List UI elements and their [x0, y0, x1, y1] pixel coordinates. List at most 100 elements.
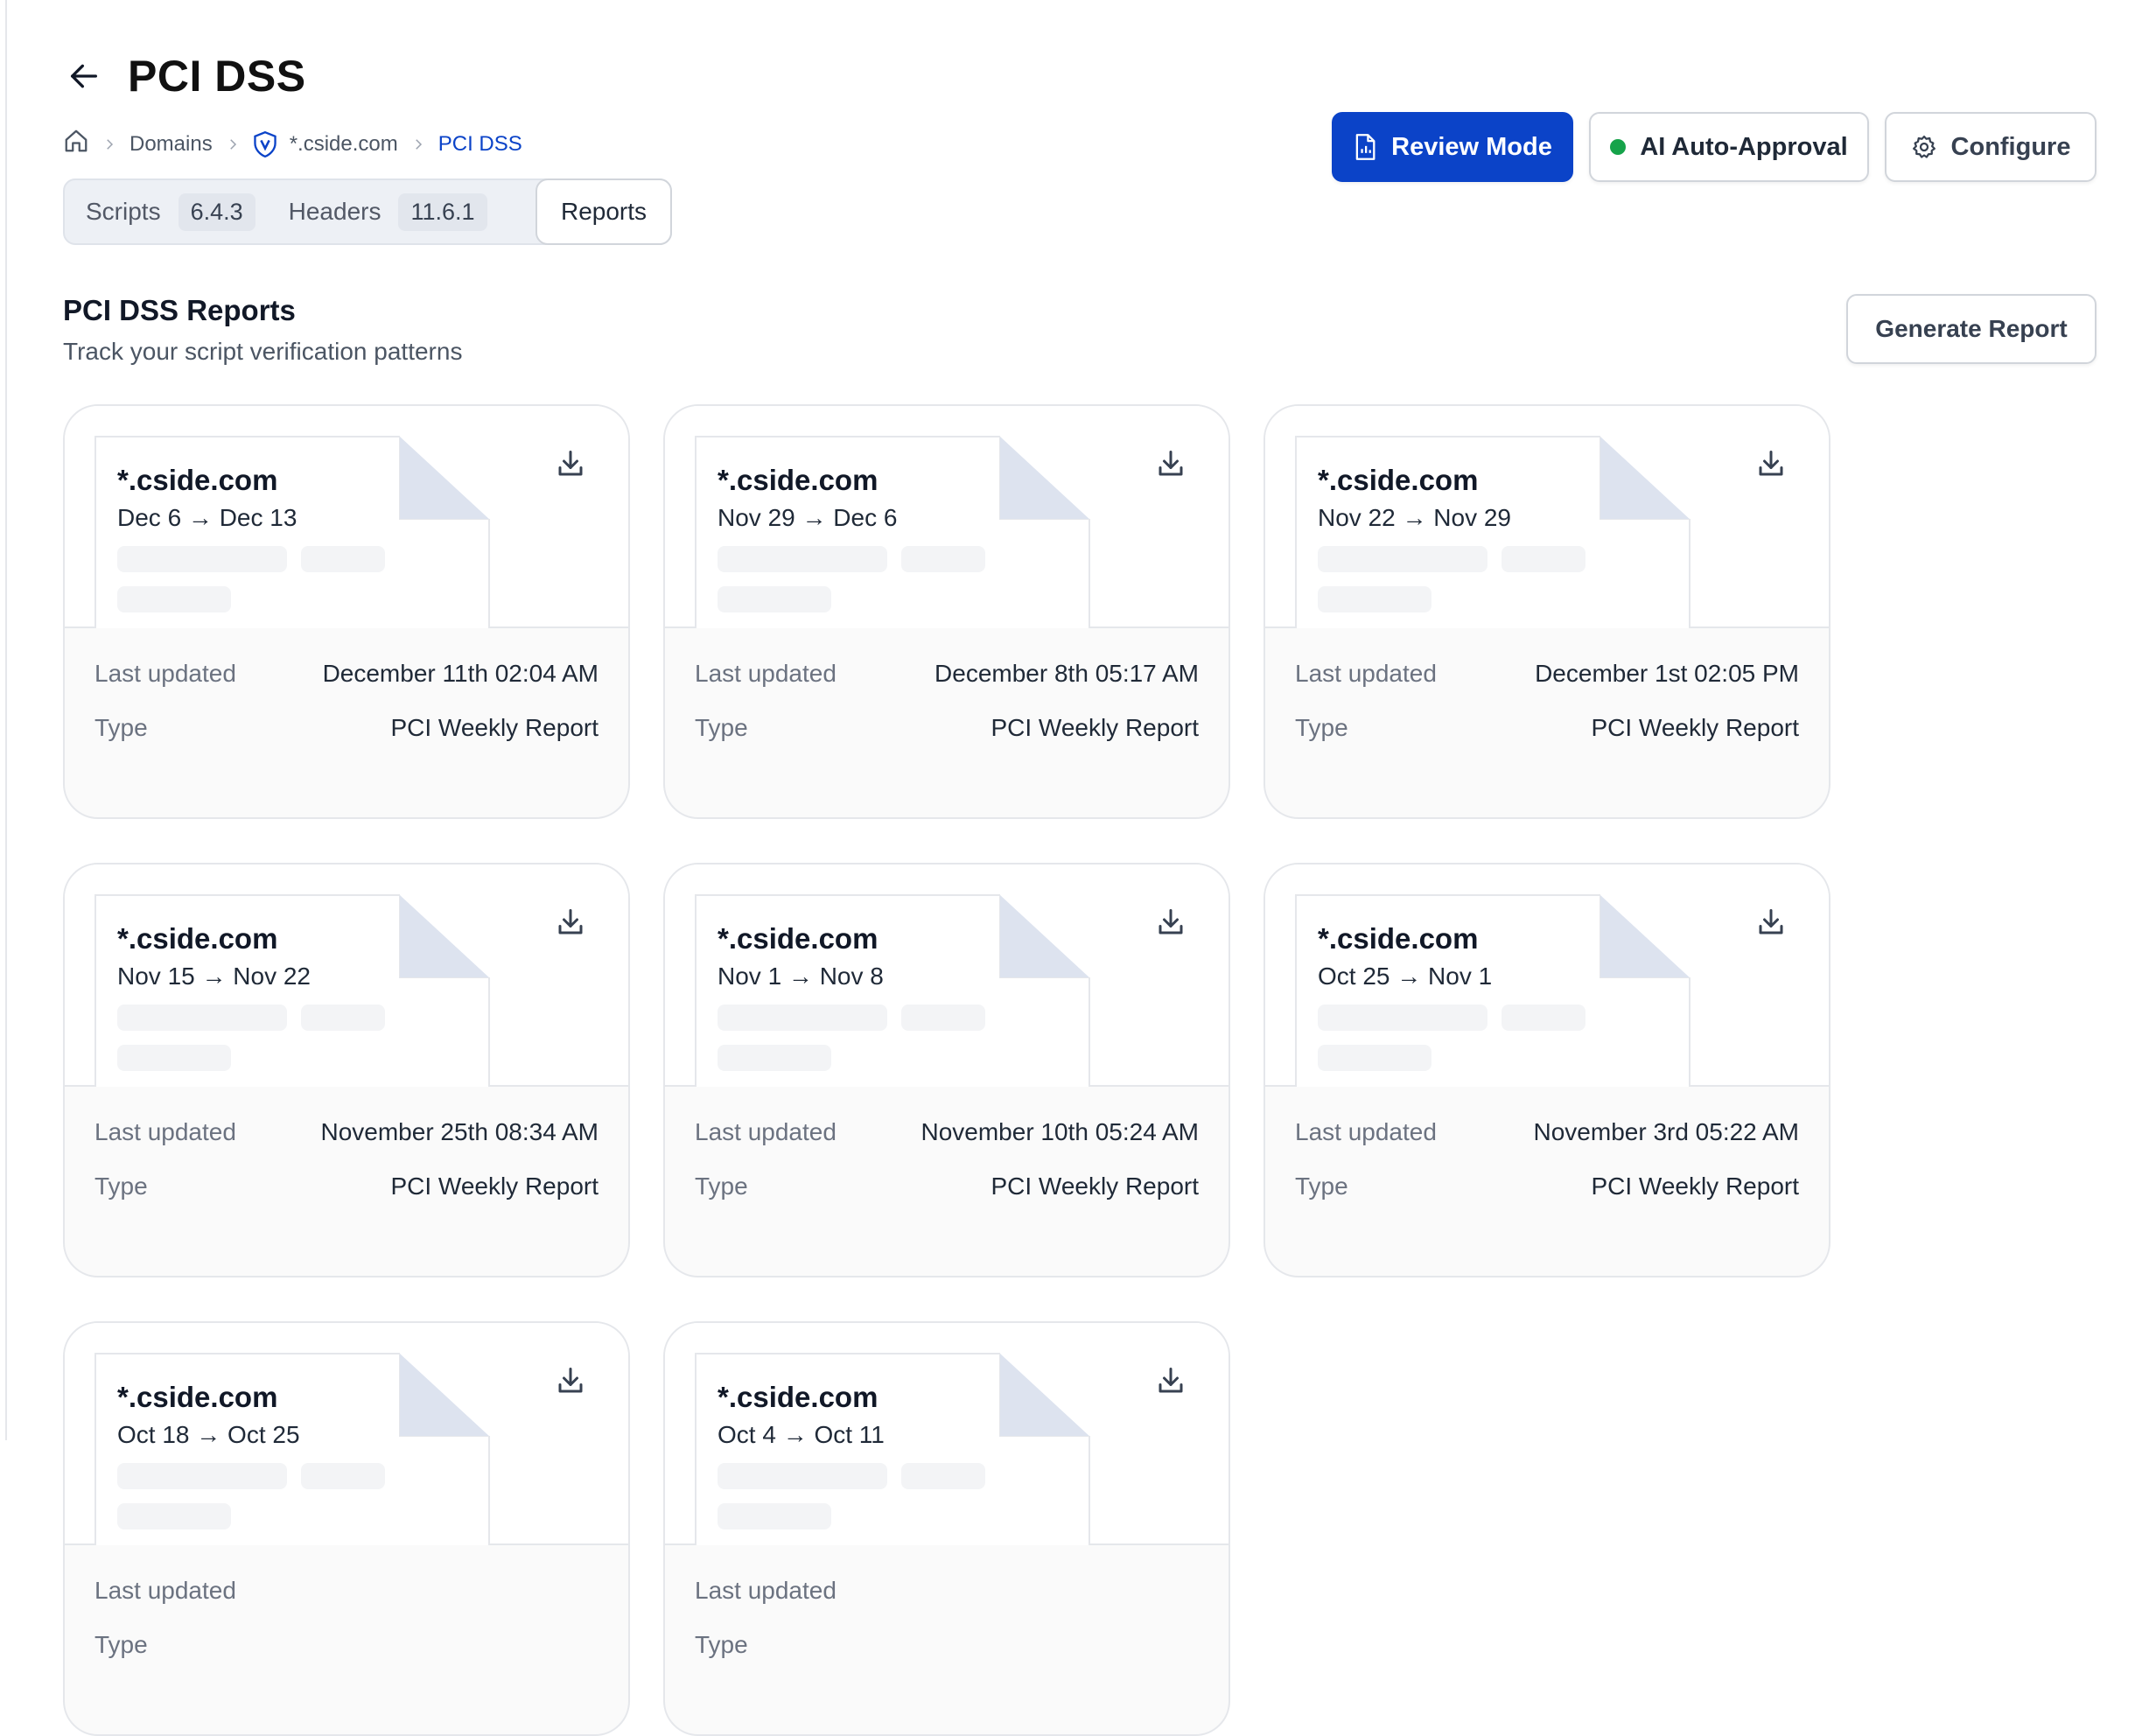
last-updated-value: December 1st 02:05 PM: [1535, 660, 1799, 687]
generate-report-button[interactable]: Generate Report: [1846, 294, 2096, 364]
breadcrumb-domain-label: *.cside.com: [289, 131, 398, 156]
report-date-range: Dec 6 → Dec 13: [117, 504, 298, 531]
review-mode-button[interactable]: Review Mode: [1332, 112, 1573, 182]
page-fold-icon: [399, 894, 490, 978]
back-button[interactable]: [63, 55, 105, 97]
download-icon[interactable]: [1755, 448, 1787, 480]
type-value: PCI Weekly Report: [1591, 1172, 1799, 1200]
app-root: PCI DSS Domains *.cside.com PCI DSS Scri…: [0, 0, 2142, 1736]
type-label: Type: [695, 714, 748, 741]
tab-headers[interactable]: Headers 11.6.1: [288, 192, 487, 231]
skeleton-line: [117, 1045, 231, 1071]
document-preview: *.cside.com Oct 4 → Oct 11: [695, 1353, 1090, 1545]
last-updated-row: Last updated: [695, 1577, 1199, 1605]
tab-label: Scripts: [86, 198, 161, 225]
breadcrumb-current: PCI DSS: [438, 131, 522, 156]
download-icon[interactable]: [555, 1365, 586, 1396]
type-label: Type: [94, 1631, 148, 1658]
card-preview: *.cside.com Oct 25 → Nov 1: [1265, 864, 1829, 1087]
tab-badge: 6.4.3: [178, 192, 256, 231]
report-date-range: Nov 15 → Nov 22: [117, 962, 311, 990]
arrow-left-icon: [71, 64, 98, 88]
configure-label: Configure: [1950, 132, 2071, 161]
report-card[interactable]: *.cside.com Nov 1 → Nov 8 Last updated N…: [663, 863, 1230, 1278]
configure-button[interactable]: Configure: [1885, 112, 2096, 182]
skeleton-line: [718, 1004, 887, 1031]
document-preview: *.cside.com Oct 18 → Oct 25: [94, 1353, 490, 1545]
document-preview: *.cside.com Nov 15 → Nov 22: [94, 894, 490, 1087]
tab-badge: 11.6.1: [398, 192, 487, 231]
breadcrumb-domain[interactable]: *.cside.com: [253, 130, 398, 158]
review-mode-label: Review Mode: [1391, 132, 1552, 161]
report-card[interactable]: *.cside.com Nov 15 → Nov 22 Last updated…: [63, 863, 630, 1278]
chevron-right-icon: [102, 136, 117, 152]
report-card[interactable]: *.cside.com Oct 4 → Oct 11 Last updated …: [663, 1321, 1230, 1736]
chevron-right-icon: [225, 136, 241, 152]
type-value: PCI Weekly Report: [390, 714, 598, 741]
report-card[interactable]: *.cside.com Nov 29 → Dec 6 Last updated …: [663, 404, 1230, 819]
type-row: Type: [94, 1631, 598, 1659]
report-domain: *.cside.com: [117, 464, 278, 496]
report-date-range: Nov 29 → Dec 6: [718, 504, 898, 531]
skeleton-line: [901, 1004, 985, 1031]
report-date-range: Nov 1 → Nov 8: [718, 962, 884, 990]
breadcrumb: Domains *.cside.com PCI DSS: [63, 128, 522, 160]
shield-icon: [254, 130, 276, 158]
skeleton-line: [718, 1463, 887, 1489]
last-updated-row: Last updated December 8th 05:17 AM: [695, 660, 1199, 688]
breadcrumb-domains[interactable]: Domains: [130, 132, 213, 157]
type-value: PCI Weekly Report: [990, 1172, 1199, 1200]
ai-auto-approval-button[interactable]: AI Auto-Approval: [1589, 112, 1869, 182]
download-icon[interactable]: [1155, 906, 1186, 938]
tab-label: Headers: [288, 198, 382, 225]
last-updated-label: Last updated: [94, 1118, 236, 1145]
type-label: Type: [1295, 714, 1348, 741]
type-value: PCI Weekly Report: [390, 1172, 598, 1200]
download-icon[interactable]: [1155, 448, 1186, 480]
card-preview: *.cside.com Dec 6 → Dec 13: [65, 406, 628, 628]
skeleton-line: [117, 1463, 287, 1489]
skeleton-line: [301, 1004, 385, 1031]
skeleton-line: [718, 1503, 831, 1530]
report-date-range: Oct 18 → Oct 25: [117, 1421, 300, 1448]
report-domain: *.cside.com: [718, 922, 878, 955]
type-label: Type: [94, 1172, 148, 1200]
report-card[interactable]: *.cside.com Nov 22 → Nov 29 Last updated…: [1264, 404, 1830, 819]
skeleton-line: [117, 586, 231, 612]
page-fold-icon: [399, 1353, 490, 1437]
type-row: Type PCI Weekly Report: [94, 1172, 598, 1200]
type-label: Type: [94, 714, 148, 741]
last-updated-row: Last updated November 25th 08:34 AM: [94, 1118, 598, 1146]
download-icon[interactable]: [1155, 1365, 1186, 1396]
skeleton-line: [301, 546, 385, 572]
last-updated-label: Last updated: [695, 660, 836, 687]
skeleton-line: [901, 1463, 985, 1489]
skeleton-line: [1318, 546, 1488, 572]
download-icon[interactable]: [555, 448, 586, 480]
tab-scripts[interactable]: Scripts 6.4.3: [86, 192, 256, 231]
page-fold-icon: [999, 1353, 1090, 1437]
card-preview: *.cside.com Nov 22 → Nov 29: [1265, 406, 1829, 628]
download-icon[interactable]: [1755, 906, 1787, 938]
type-value: PCI Weekly Report: [1591, 714, 1799, 741]
tab-reports[interactable]: Reports: [536, 178, 672, 245]
page-fold-icon: [999, 894, 1090, 978]
last-updated-value: December 8th 05:17 AM: [934, 660, 1199, 687]
type-row: Type PCI Weekly Report: [1295, 714, 1799, 742]
document-preview: *.cside.com Nov 22 → Nov 29: [1295, 436, 1690, 628]
report-card[interactable]: *.cside.com Oct 18 → Oct 25 Last updated…: [63, 1321, 630, 1736]
report-card[interactable]: *.cside.com Oct 25 → Nov 1 Last updated …: [1264, 863, 1830, 1278]
type-label: Type: [1295, 1172, 1348, 1200]
last-updated-label: Last updated: [1295, 660, 1437, 687]
report-date-range: Oct 25 → Nov 1: [1318, 962, 1493, 990]
gear-icon: [1912, 136, 1936, 158]
report-date-range: Nov 22 → Nov 29: [1318, 504, 1511, 531]
skeleton-line: [1502, 1004, 1586, 1031]
card-preview: *.cside.com Nov 15 → Nov 22: [65, 864, 628, 1087]
report-date-range: Oct 4 → Oct 11: [718, 1421, 885, 1448]
home-icon[interactable]: [63, 128, 89, 160]
page-fold-icon: [999, 436, 1090, 520]
type-row: Type PCI Weekly Report: [695, 1172, 1199, 1200]
download-icon[interactable]: [555, 906, 586, 938]
report-card[interactable]: *.cside.com Dec 6 → Dec 13 Last updated …: [63, 404, 630, 819]
